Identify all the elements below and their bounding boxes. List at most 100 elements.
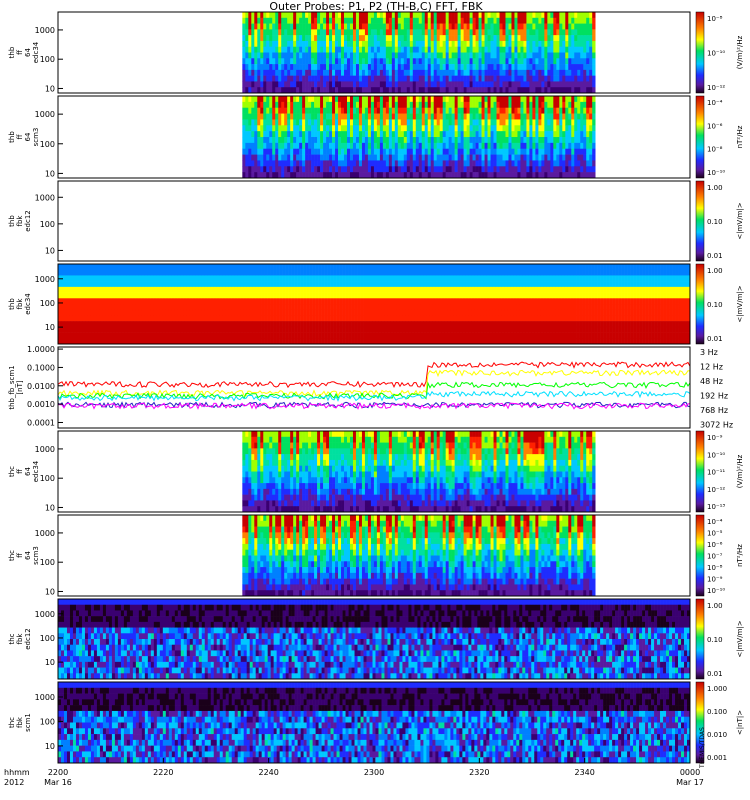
colorbar-tick-label: 10⁻⁸ <box>707 564 723 572</box>
y-axis-label: thcfbkscm1 <box>8 713 32 732</box>
panel-6: 1000 100 10 thcff64edc34 10⁻⁹ 10⁻¹⁰ 10⁻¹¹ 10⁻¹²… <box>8 430 744 513</box>
colorbar-label: <|mV/m|> <box>736 620 744 657</box>
y-tick-label: 10 <box>45 169 55 178</box>
y-tick-label: 10 <box>45 658 55 667</box>
colorbar-tick-label: 0.01 <box>707 335 723 343</box>
y-tick-label: 10 <box>45 504 55 513</box>
colorbar-tick-label: 0.10 <box>707 301 723 309</box>
y-tick-label: 1000 <box>35 193 55 202</box>
x-tick-label: 2340 <box>574 768 594 777</box>
colorbar-tick-label: 10⁻⁸ <box>707 15 723 23</box>
panel-2: 1000 100 10 thbff64scm3 10⁻⁴ 10⁻⁶ 10⁻⁸ 10⁻¹⁰ nT²… <box>8 95 744 179</box>
colorbar <box>695 263 705 345</box>
panel-frame <box>57 346 691 429</box>
colorbar-tick-label: 10⁻¹² <box>707 84 725 92</box>
y-tick-label: 100 <box>40 558 55 567</box>
row-label-hhmm: hhmm <box>4 768 30 777</box>
colorbar-tick-label: 10⁻⁶ <box>707 541 723 549</box>
spectrogram-cells <box>242 515 596 597</box>
colorbar-tick-label: 10⁻⁷ <box>707 553 723 561</box>
colorbar-tick-label: 10⁻⁹ <box>707 576 723 584</box>
y-tick-label: 10 <box>45 742 55 751</box>
y-tick-label: 10 <box>45 85 55 94</box>
colorbar-tick-label: 10⁻⁸ <box>707 146 723 154</box>
colorbar-tick-label: 0.01 <box>707 670 723 678</box>
y-axis-label: thbff64scm3 <box>8 128 40 147</box>
colorbar-tick-label: 10⁻¹⁰ <box>707 169 725 177</box>
summary-figure: Outer Probes: P1, P2 (TH-B,C) FFT, FBK 1… <box>4 0 744 787</box>
x-tick-label: 2300 <box>364 768 384 777</box>
colorbar-tick-label: 1.00 <box>707 602 723 610</box>
colorbar-label: (V/m)²/Hz <box>736 35 744 69</box>
colorbar-tick-label: 10⁻¹⁰ <box>707 50 725 58</box>
colorbar-label: <|nT|> <box>736 710 744 735</box>
legend-entry: 3 Hz <box>700 348 718 357</box>
colorbar-tick-label: 10⁻⁵ <box>707 530 723 538</box>
x-tick-label: 2320 <box>469 768 489 777</box>
colorbar <box>695 514 705 597</box>
colorbar-tick-label: 0.001 <box>707 754 727 762</box>
y-tick-label: 100 <box>40 55 55 64</box>
panel-3: 1000 100 10 thbfbkedc12 1.00 0.10 0.01 <|mV/m|> <box>8 180 744 262</box>
colorbar-label: (V/m)²/Hz <box>736 454 744 488</box>
colorbar-label: <|mV/m|> <box>736 285 744 322</box>
y-axis-label: thcff64scm3 <box>8 546 40 565</box>
spectrogram-cells <box>58 682 691 764</box>
series-line <box>57 361 691 389</box>
y-tick-label: 0.1000 <box>27 363 55 372</box>
colorbar-tick-label: 1.00 <box>707 267 723 275</box>
colorbar-tick-label: 10⁻⁶ <box>707 122 723 130</box>
series-line <box>57 381 691 400</box>
panels-layer: 1000 100 10 thbff64edc34 10⁻⁸ 10⁻¹⁰ 10⁻¹² (V/m)… <box>8 11 744 764</box>
y-tick-label: 100 <box>40 634 55 643</box>
date-label-start: Mar 16 <box>44 778 72 787</box>
colorbar-label: <|mV/m|> <box>736 202 744 239</box>
figure-title: Outer Probes: P1, P2 (TH-B,C) FFT, FBK <box>269 0 483 13</box>
side-note: THEMIS/TDAS <box>699 727 706 769</box>
panel-1: 1000 100 10 thbff64edc34 10⁻⁸ 10⁻¹⁰ 10⁻¹² (V/m)… <box>8 11 744 94</box>
y-axis-label: thbfbkedc34 <box>8 293 32 315</box>
spectrogram-cells <box>242 96 596 179</box>
panel-7: 1000 100 10 thcff64scm3 10⁻⁴ 10⁻⁵ 10⁻⁶ 10⁻⁷ 10⁻⁸… <box>8 514 744 597</box>
date-label-end: Mar 17 <box>676 778 704 787</box>
panel-frame <box>57 180 691 262</box>
colorbar-tick-label: 0.10 <box>707 218 723 226</box>
y-tick-label: 100 <box>40 220 55 229</box>
y-axis-label: thcfbkedc12 <box>8 628 32 650</box>
legend-entry: 768 Hz <box>700 406 728 415</box>
y-axis-label: thb_fb_scm1[nT] <box>8 365 24 409</box>
y-tick-label: 1000 <box>35 110 55 119</box>
y-tick-label: 0.0010 <box>27 400 55 409</box>
y-tick-label: 100 <box>40 717 55 726</box>
y-tick-label: 0.0100 <box>27 382 55 391</box>
y-axis-label: thbfbkedc12 <box>8 210 32 232</box>
y-tick-label: 1000 <box>35 529 55 538</box>
colorbar-tick-label: 1.00 <box>707 184 723 192</box>
colorbar-tick-label: 10⁻¹⁰ <box>707 587 725 595</box>
series-line <box>57 390 691 402</box>
x-tick-label: 0000 <box>680 768 700 777</box>
y-tick-label: 100 <box>40 474 55 483</box>
colorbar <box>695 95 705 179</box>
spectrogram-cells <box>242 431 596 513</box>
y-tick-label: 1000 <box>35 610 55 619</box>
y-tick-label: 1000 <box>35 26 55 35</box>
colorbar-tick-label: 0.10 <box>707 636 723 644</box>
colorbar-tick-label: 10⁻¹¹ <box>707 469 725 477</box>
colorbar-tick-label: 0.100 <box>707 708 727 716</box>
colorbar-label: nT²/Hz <box>736 544 744 567</box>
legend-entry: 3072 Hz <box>700 421 733 430</box>
y-tick-label: 1000 <box>35 693 55 702</box>
x-tick-label: 2200 <box>48 768 68 777</box>
colorbar <box>695 11 705 94</box>
panel-5: 3 Hz 12 Hz 48 Hz 192 Hz 768 Hz 3072 Hz 1.0000 0… <box>8 345 733 429</box>
colorbar-label: nT²/Hz <box>736 125 744 148</box>
panel-4: 1000 100 10 thbfbkedc34 1.00 0.10 0.01 <|mV/m|> <box>8 263 744 345</box>
colorbar <box>695 180 705 262</box>
colorbar-tick-label: 0.010 <box>707 731 727 739</box>
legend-entry: 192 Hz <box>700 392 728 401</box>
colorbar-tick-label: 10⁻¹² <box>707 486 725 494</box>
x-tick-label: 2220 <box>153 768 173 777</box>
y-tick-label: 1.0000 <box>27 345 55 354</box>
colorbar-tick-label: 10⁻⁴ <box>707 99 723 107</box>
